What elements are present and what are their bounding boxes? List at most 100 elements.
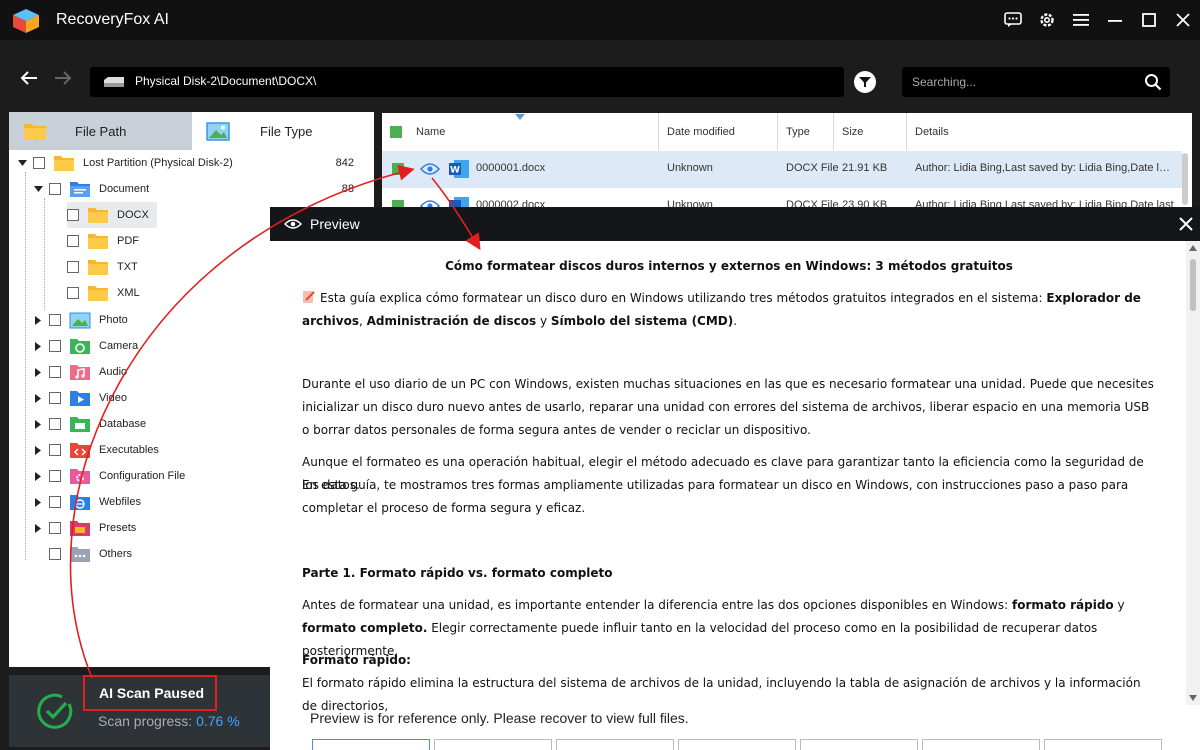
checkbox[interactable] bbox=[49, 444, 61, 456]
tree-item-docx[interactable]: DOCX bbox=[67, 202, 157, 228]
preview-page-button[interactable] bbox=[1044, 739, 1162, 750]
scroll-thumb[interactable] bbox=[1190, 259, 1196, 311]
search-icon[interactable] bbox=[1144, 73, 1162, 91]
tree-item-pdf[interactable]: PDF bbox=[67, 228, 157, 254]
tree-item-audio[interactable]: Audio bbox=[33, 359, 263, 385]
checkbox[interactable] bbox=[49, 470, 61, 482]
file-size: 21.91 KB bbox=[842, 162, 888, 174]
expand-icon[interactable] bbox=[33, 523, 43, 533]
tree-item-document[interactable]: Document 88 bbox=[33, 176, 354, 202]
checkbox[interactable] bbox=[67, 235, 79, 247]
search-input[interactable] bbox=[902, 67, 1132, 97]
checkbox[interactable] bbox=[49, 366, 61, 378]
tree-item-xml[interactable]: XML bbox=[67, 280, 157, 306]
tab-file-path[interactable]: File Path bbox=[9, 112, 192, 150]
checkbox[interactable] bbox=[49, 522, 61, 534]
tree-item-others[interactable]: Others bbox=[49, 541, 263, 567]
back-arrow-icon[interactable] bbox=[20, 70, 38, 86]
checkbox[interactable] bbox=[67, 209, 79, 221]
tree-label: Executables bbox=[99, 444, 159, 456]
tree-item-webfiles[interactable]: Webfiles bbox=[33, 489, 263, 515]
column-type[interactable]: Type bbox=[778, 113, 834, 150]
tree-label: PDF bbox=[117, 235, 139, 247]
feedback-icon[interactable] bbox=[996, 0, 1030, 40]
minimize-icon[interactable] bbox=[1098, 0, 1132, 40]
tree-item-executables[interactable]: Executables bbox=[33, 437, 263, 463]
expand-icon[interactable] bbox=[33, 367, 43, 377]
column-date-modified[interactable]: Date modified bbox=[659, 113, 778, 150]
column-size[interactable]: Size bbox=[834, 113, 907, 150]
others-folder-icon bbox=[69, 545, 91, 563]
expand-icon[interactable] bbox=[33, 341, 43, 351]
video-folder-icon bbox=[69, 389, 91, 407]
scan-progress: Scan progress: 0.76 % bbox=[98, 713, 240, 729]
tree-label: Database bbox=[99, 418, 147, 430]
filter-button[interactable] bbox=[854, 71, 876, 93]
tree-item-presets[interactable]: Presets bbox=[33, 515, 263, 541]
image-icon bbox=[206, 120, 232, 142]
tab-label: File Type bbox=[260, 123, 313, 139]
close-icon[interactable] bbox=[1166, 0, 1200, 40]
menu-icon[interactable] bbox=[1064, 0, 1098, 40]
preview-page-button[interactable] bbox=[312, 739, 430, 750]
expand-icon[interactable] bbox=[33, 497, 43, 507]
preview-page-button[interactable] bbox=[434, 739, 552, 750]
tree-item-database[interactable]: Database bbox=[33, 411, 263, 437]
file-list-scrollbar[interactable] bbox=[1182, 153, 1188, 205]
preview-header: Preview bbox=[270, 207, 1200, 241]
folder-icon bbox=[87, 232, 109, 250]
checkbox[interactable] bbox=[49, 340, 61, 352]
preview-eye-icon[interactable] bbox=[420, 162, 440, 176]
tree-item-txt[interactable]: TXT bbox=[67, 254, 157, 280]
expand-icon[interactable] bbox=[33, 471, 43, 481]
checkbox[interactable] bbox=[67, 261, 79, 273]
table-row[interactable]: W 0000001.docx Unknown DOCX File 21.91 K… bbox=[382, 151, 1182, 188]
forward-arrow-icon[interactable] bbox=[54, 70, 72, 86]
file-date: Unknown bbox=[667, 162, 713, 174]
path-bar[interactable]: Physical Disk-2\Document\DOCX\ bbox=[90, 67, 844, 97]
maximize-icon[interactable] bbox=[1132, 0, 1166, 40]
checkbox[interactable] bbox=[49, 418, 61, 430]
column-details[interactable]: Details bbox=[907, 113, 1182, 150]
settings-gear-icon[interactable] bbox=[1030, 0, 1064, 40]
expand-icon[interactable] bbox=[33, 445, 43, 455]
tree-item-configuration-file[interactable]: Configuration File bbox=[33, 463, 263, 489]
collapse-icon[interactable] bbox=[17, 160, 27, 166]
scan-progress-value: 0.76 % bbox=[196, 713, 240, 729]
checkbox[interactable] bbox=[49, 183, 61, 195]
tree-item-photo[interactable]: Photo bbox=[33, 307, 263, 333]
tree-label: Configuration File bbox=[99, 470, 186, 482]
scroll-up-icon[interactable] bbox=[1189, 245, 1197, 251]
preview-page-button[interactable] bbox=[678, 739, 796, 750]
document-heading: Parte 1. Formato rápido vs. formato comp… bbox=[302, 566, 613, 580]
preview-page-button[interactable] bbox=[922, 739, 1040, 750]
checkbox[interactable] bbox=[33, 157, 45, 169]
executables-folder-icon bbox=[69, 441, 91, 459]
row-checkbox[interactable] bbox=[392, 163, 404, 175]
checkbox[interactable] bbox=[49, 392, 61, 404]
tab-file-type[interactable]: File Type bbox=[192, 112, 374, 150]
tree-item-video[interactable]: Video bbox=[33, 385, 263, 411]
expand-icon[interactable] bbox=[33, 315, 43, 325]
tree-label: Video bbox=[99, 392, 127, 404]
close-icon[interactable] bbox=[1176, 214, 1196, 234]
photo-folder-icon bbox=[69, 311, 91, 329]
expand-icon[interactable] bbox=[33, 393, 43, 403]
tree-item-root[interactable]: Lost Partition (Physical Disk-2) 842 bbox=[17, 150, 354, 176]
preview-page-button[interactable] bbox=[800, 739, 918, 750]
word-document-icon: W bbox=[449, 160, 469, 178]
expand-icon[interactable] bbox=[33, 419, 43, 429]
collapse-icon[interactable] bbox=[33, 186, 43, 192]
preview-scrollbar[interactable] bbox=[1186, 241, 1200, 705]
filter-icon bbox=[859, 77, 871, 87]
preview-page-button[interactable] bbox=[556, 739, 674, 750]
tree-item-camera[interactable]: Camera bbox=[33, 333, 263, 359]
scroll-down-icon[interactable] bbox=[1189, 695, 1197, 701]
checkbox[interactable] bbox=[49, 314, 61, 326]
presets-folder-icon bbox=[69, 519, 91, 537]
checkbox[interactable] bbox=[49, 548, 61, 560]
column-name[interactable]: Name bbox=[408, 113, 659, 150]
checkbox[interactable] bbox=[67, 287, 79, 299]
tree-label: Others bbox=[99, 548, 133, 560]
checkbox[interactable] bbox=[49, 496, 61, 508]
